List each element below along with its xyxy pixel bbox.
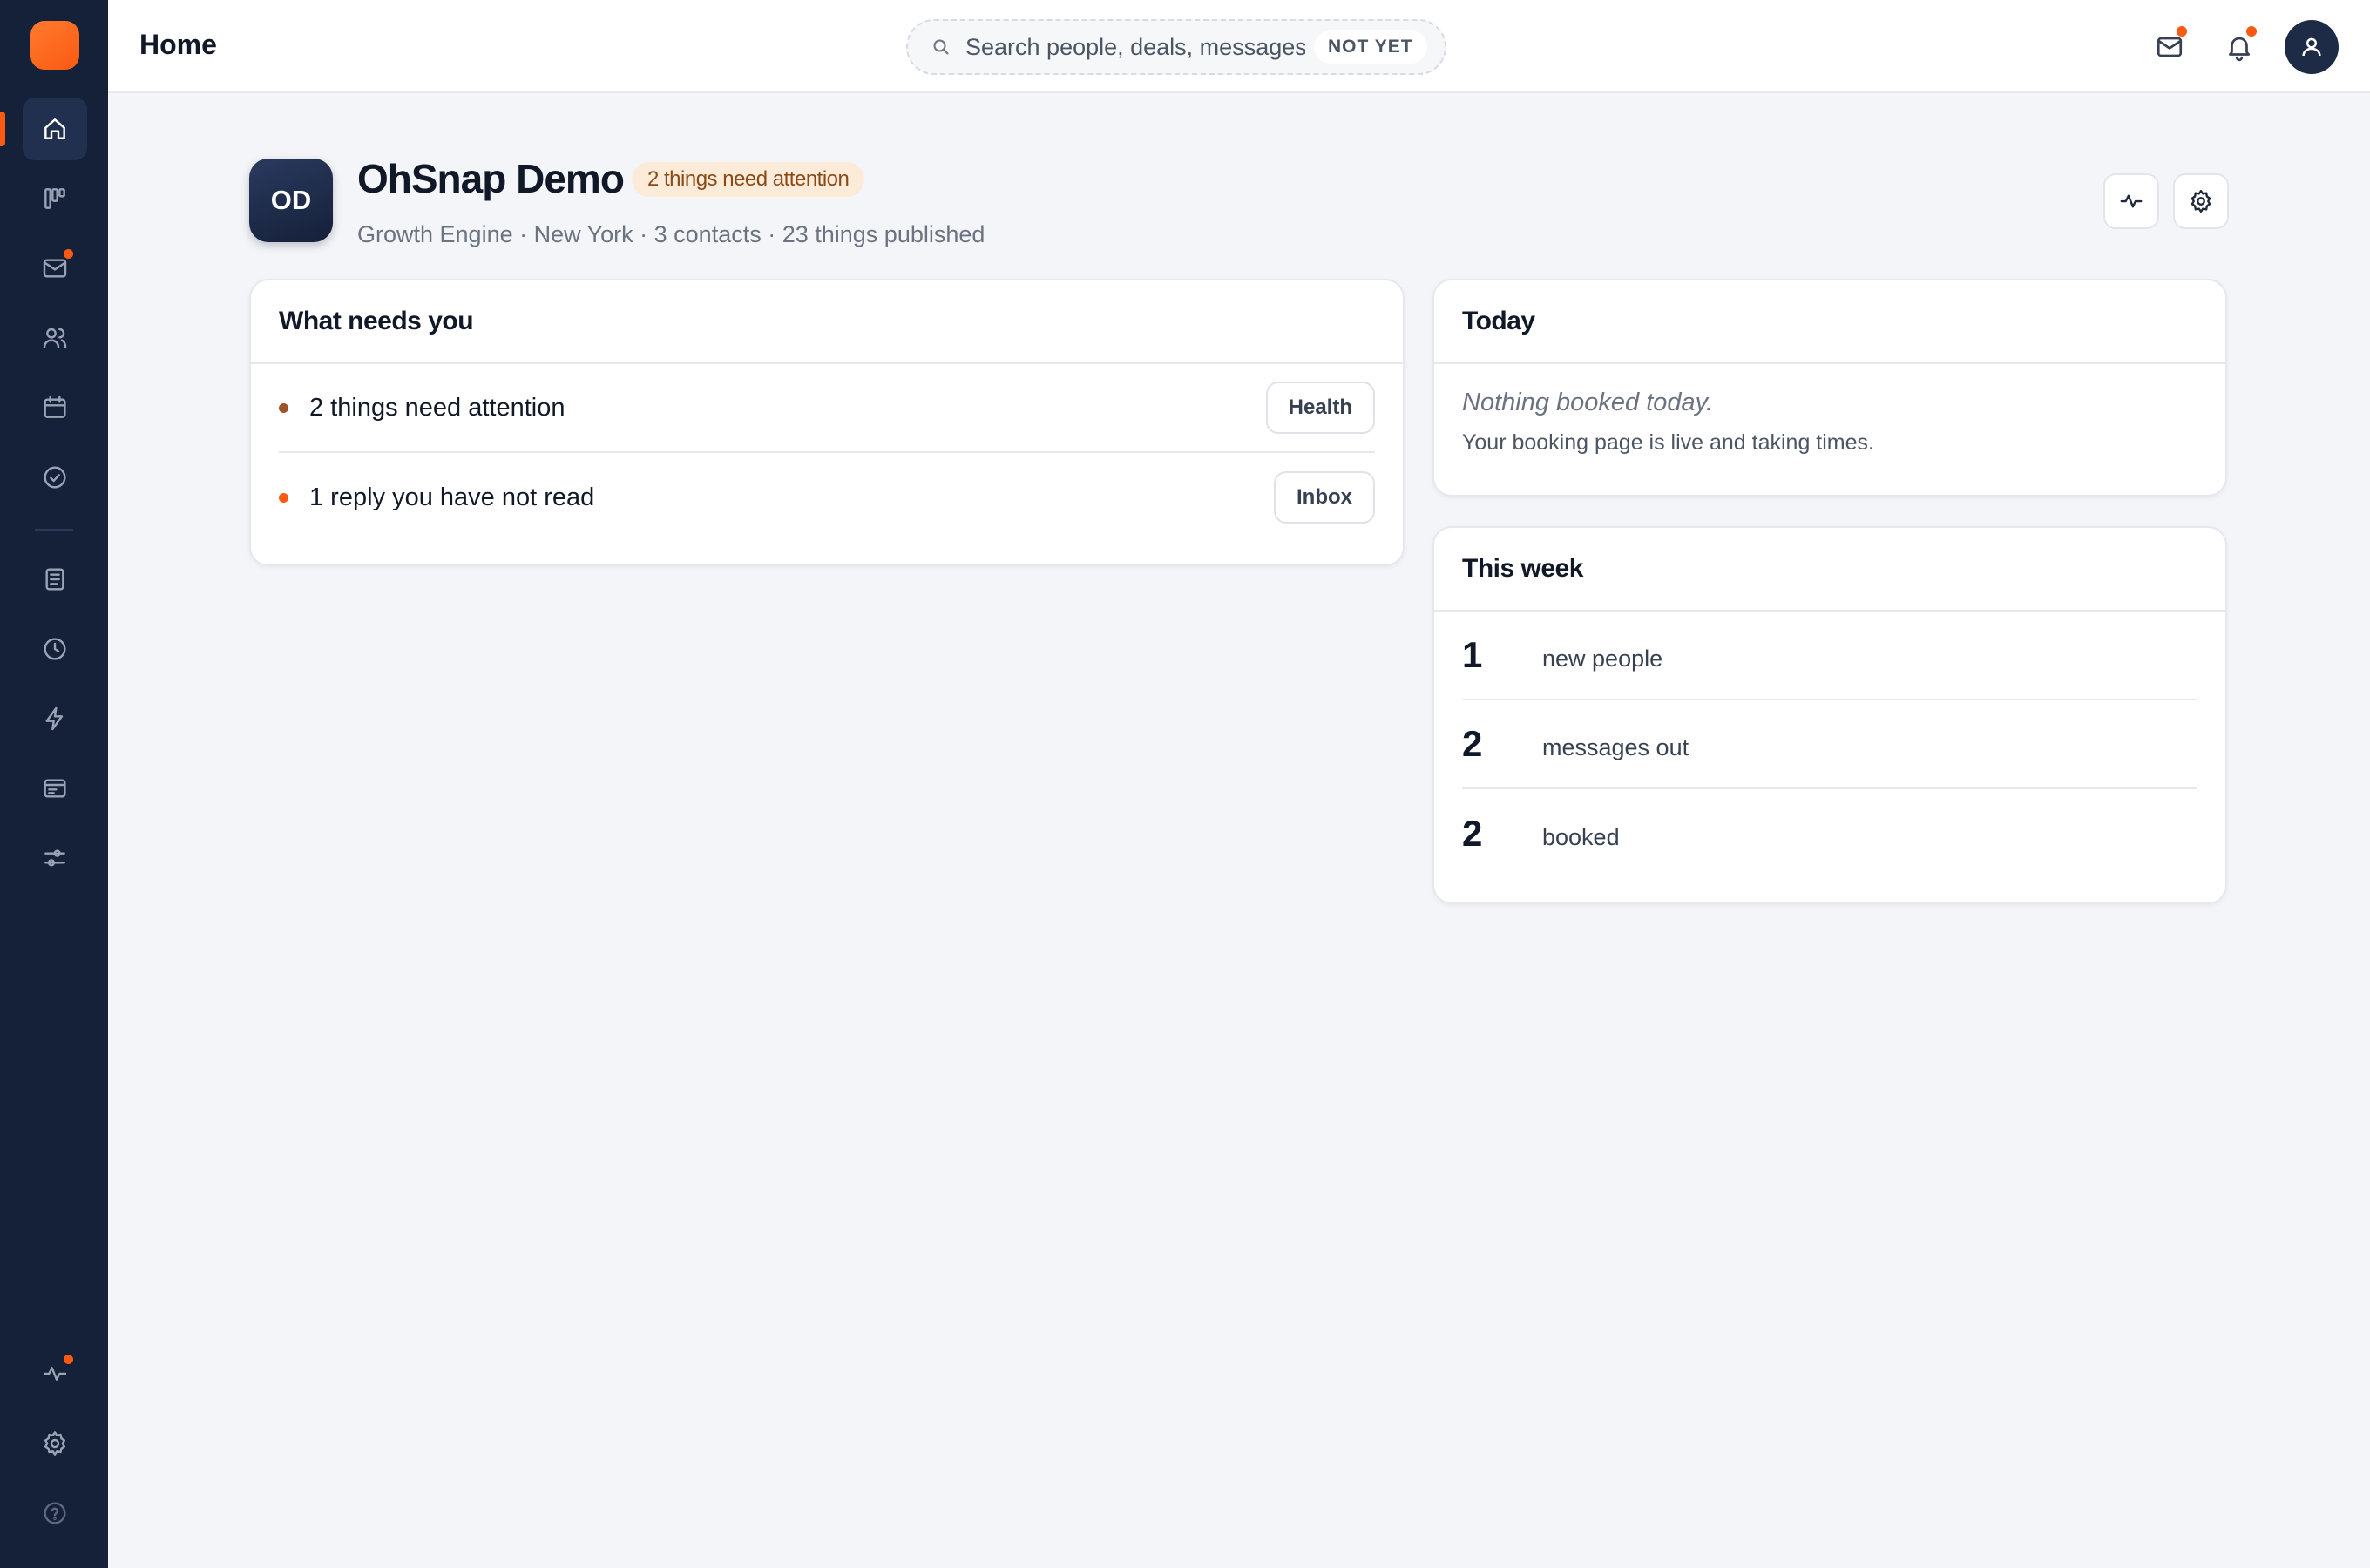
health-button[interactable] — [2103, 173, 2159, 229]
gear-icon — [2191, 189, 2211, 213]
notifications-badge — [2246, 26, 2257, 37]
activity-icon — [2120, 194, 2143, 208]
needs-you-title: What needs you — [251, 280, 1403, 364]
browser-icon — [44, 779, 66, 798]
org-avatar: OD — [249, 159, 333, 242]
search-not-yet-badge: NOT YET — [1314, 30, 1427, 64]
messages-badge — [2177, 26, 2187, 37]
needs-item-text: 1 reply you have not read — [309, 483, 595, 511]
sidebar-divider — [35, 529, 73, 531]
this-week-title: This week — [1434, 528, 2225, 612]
bell-icon — [2229, 37, 2250, 62]
attention-pill[interactable]: 2 things need attention — [632, 162, 865, 197]
today-subtext: Your booking page is live and taking tim… — [1462, 430, 1874, 455]
inbox-link-button[interactable]: Inbox — [1274, 471, 1375, 524]
topbar: Home NOT YET — [108, 0, 2370, 93]
stat-row: 2 messages out — [1462, 700, 2197, 789]
messages-button[interactable] — [2142, 19, 2197, 75]
active-nav-marker — [0, 112, 5, 146]
needs-item-text: 2 things need attention — [309, 393, 565, 422]
sidebar-item-automations[interactable] — [23, 687, 87, 750]
stat-label: booked — [1542, 823, 1620, 850]
sidebar-item-help[interactable] — [23, 1482, 87, 1544]
sidebar-item-pages[interactable] — [23, 757, 87, 820]
sidebar-item-pipeline[interactable] — [23, 167, 87, 230]
clock-icon — [44, 638, 66, 660]
sidebar-item-settings[interactable] — [23, 1412, 87, 1475]
sidebar-item-activity[interactable] — [23, 1342, 87, 1405]
mail-icon — [43, 259, 67, 278]
health-link-button[interactable]: Health — [1265, 382, 1375, 434]
users-icon — [43, 328, 67, 348]
calendar-icon — [44, 395, 66, 418]
stat-label: new people — [1542, 645, 1663, 672]
sidebar-item-contacts[interactable] — [23, 307, 87, 369]
today-empty-text: Nothing booked today. — [1462, 389, 1714, 416]
home-icon — [44, 118, 65, 139]
activity-badge — [64, 1355, 73, 1364]
stat-row: 2 booked — [1462, 789, 2197, 878]
check-circle-icon — [44, 466, 66, 489]
sidebar-item-tasks[interactable] — [23, 446, 87, 509]
sidebar-item-documents[interactable] — [23, 548, 87, 611]
mail-icon — [2157, 37, 2183, 57]
sidebar-item-preferences[interactable] — [23, 827, 87, 889]
notifications-button[interactable] — [2211, 19, 2267, 75]
global-search[interactable]: NOT YET — [906, 19, 1446, 75]
stat-value: 2 — [1462, 723, 1483, 764]
document-icon — [45, 568, 64, 591]
activity-icon — [43, 1367, 67, 1381]
stat-row: 1 new people — [1462, 612, 2197, 700]
sidebar — [0, 0, 108, 1568]
sliders-icon — [44, 849, 65, 867]
stat-value: 1 — [1462, 634, 1483, 675]
this-week-card: This week 1 new people 2 messages out 2 … — [1432, 526, 2227, 904]
stat-label: messages out — [1542, 733, 1689, 760]
org-meta: Growth Engine · New York · 3 contacts · … — [357, 221, 985, 247]
gear-icon — [44, 1431, 65, 1456]
app-logo[interactable] — [30, 21, 79, 70]
org-settings-button[interactable] — [2173, 173, 2229, 229]
user-icon — [2302, 37, 2321, 57]
sidebar-item-calendar[interactable] — [23, 376, 87, 439]
stat-value: 2 — [1462, 813, 1483, 854]
sidebar-item-history[interactable] — [23, 618, 87, 680]
sidebar-item-home[interactable] — [23, 98, 87, 160]
page-title: Home — [139, 29, 217, 60]
list-item: 2 things need attention Health — [279, 364, 1375, 453]
today-card: Today Nothing booked today. Your booking… — [1432, 279, 2227, 497]
today-title: Today — [1434, 280, 2225, 364]
org-name: OhSnap Demo — [357, 156, 625, 201]
list-item: 1 reply you have not read Inbox — [279, 453, 1375, 542]
status-dot — [279, 402, 288, 413]
unread-badge — [64, 249, 73, 259]
sidebar-item-inbox[interactable] — [23, 237, 87, 300]
lightning-icon — [45, 706, 64, 731]
help-icon — [44, 1502, 66, 1524]
needs-you-card: What needs you 2 things need attention H… — [249, 279, 1405, 566]
kanban-icon — [44, 188, 65, 209]
user-avatar[interactable] — [2285, 20, 2339, 74]
search-icon — [933, 39, 949, 55]
search-input[interactable] — [965, 33, 1305, 61]
status-dot — [279, 492, 288, 503]
